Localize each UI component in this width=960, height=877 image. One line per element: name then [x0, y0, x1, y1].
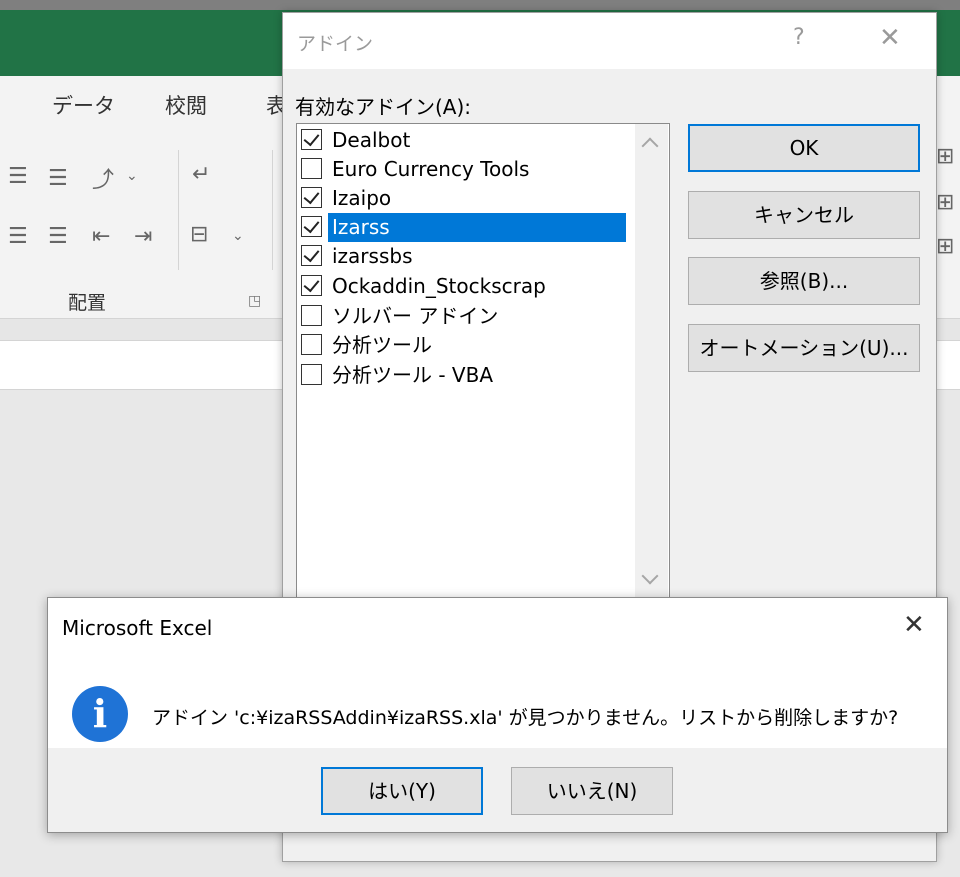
- close-icon[interactable]: ✕: [879, 23, 901, 53]
- addins-dialog-title: アドイン: [297, 33, 374, 55]
- checkbox[interactable]: [301, 334, 322, 355]
- checkmark-icon: [303, 187, 320, 205]
- browse-button[interactable]: 参照(B)...: [688, 257, 920, 305]
- list-item[interactable]: Dealbot: [299, 126, 633, 155]
- tab-review[interactable]: 校閲: [165, 90, 207, 120]
- checkbox[interactable]: [301, 305, 322, 326]
- group-label-alignment: 配置: [68, 292, 107, 314]
- chevron-down-icon[interactable]: [641, 567, 659, 585]
- list-item[interactable]: 分析ツール: [299, 331, 633, 360]
- chevron-down-icon[interactable]: ⌄: [232, 228, 244, 244]
- checkbox[interactable]: [301, 187, 322, 208]
- merge-center-icon[interactable]: ⊟: [190, 222, 208, 247]
- list-item-label: ソルバー アドイン: [332, 304, 499, 328]
- text-orientation-icon[interactable]: ⤴: [92, 162, 114, 194]
- table-icon[interactable]: ⊞: [936, 234, 954, 259]
- tab-data[interactable]: データ: [52, 90, 115, 120]
- indent-increase-icon[interactable]: ⇥: [134, 224, 152, 249]
- list-item-label: Euro Currency Tools: [332, 157, 530, 181]
- table-icon[interactable]: ⊞: [936, 190, 954, 215]
- close-icon[interactable]: ✕: [903, 610, 925, 640]
- list-item[interactable]: Izaipo: [299, 184, 633, 213]
- indent-decrease-icon[interactable]: ⇤: [92, 224, 110, 249]
- message-box-body: i アドイン 'c:¥izaRSSAddin¥izaRSS.xla' が見つかり…: [48, 656, 947, 748]
- addins-title-bar: アドイン ? ✕: [283, 13, 936, 69]
- yes-button[interactable]: はい(Y): [321, 767, 483, 815]
- checkbox[interactable]: [301, 158, 322, 179]
- window-top-strip: [0, 0, 960, 10]
- ribbon-separator: [178, 150, 179, 270]
- list-item-label: 分析ツール - VBA: [332, 363, 494, 387]
- checkbox[interactable]: [301, 275, 322, 296]
- checkmark-icon: [303, 275, 320, 293]
- list-item-label: Dealbot: [332, 128, 411, 152]
- wrap-text-icon[interactable]: ↵: [192, 162, 210, 187]
- table-icon[interactable]: ⊞: [936, 144, 954, 169]
- addins-listbox[interactable]: Dealbot Euro Currency Tools Izaipo Izars…: [296, 123, 670, 615]
- help-button[interactable]: ?: [793, 25, 805, 50]
- checkbox[interactable]: [301, 216, 322, 237]
- checkmark-icon: [303, 216, 320, 234]
- cancel-button[interactable]: キャンセル: [688, 191, 920, 239]
- checkbox[interactable]: [301, 245, 322, 266]
- align-center-icon[interactable]: ☰: [48, 166, 68, 191]
- list-item[interactable]: izarssbs: [299, 242, 633, 271]
- list-item-label: izarssbs: [332, 244, 413, 268]
- checkbox[interactable]: [301, 129, 322, 150]
- list-item-label: 分析ツール: [332, 333, 432, 357]
- ok-button[interactable]: OK: [688, 124, 920, 172]
- list-item[interactable]: ソルバー アドイン: [299, 302, 633, 331]
- checkbox[interactable]: [301, 364, 322, 385]
- ribbon-separator: [272, 150, 273, 270]
- available-addins-label: 有効なアドイン(A):: [295, 95, 472, 119]
- align-justify-icon[interactable]: ☰: [8, 224, 28, 249]
- automation-button[interactable]: オートメーション(U)...: [688, 324, 920, 372]
- info-icon: i: [72, 686, 128, 742]
- list-item[interactable]: 分析ツール - VBA: [299, 361, 633, 390]
- message-box-title-bar: Microsoft Excel ✕: [48, 598, 947, 656]
- message-box: Microsoft Excel ✕ i アドイン 'c:¥izaRSSAddin…: [47, 597, 948, 833]
- align-right-icon[interactable]: ☰: [48, 224, 68, 249]
- list-item[interactable]: Ockaddin_Stockscrap: [299, 272, 633, 301]
- no-button[interactable]: いいえ(N): [511, 767, 673, 815]
- message-box-title: Microsoft Excel: [62, 616, 213, 640]
- align-left-icon[interactable]: ☰: [8, 164, 28, 189]
- list-item[interactable]: Izarss: [299, 213, 633, 242]
- dialog-launcher-icon[interactable]: ◳: [248, 293, 261, 309]
- chevron-up-icon[interactable]: [641, 137, 659, 155]
- list-item-label: Izaipo: [332, 186, 392, 210]
- checkmark-icon: [303, 129, 320, 147]
- listbox-scrollbar[interactable]: [635, 124, 668, 614]
- message-text: アドイン 'c:¥izaRSSAddin¥izaRSS.xla' が見つかりませ…: [152, 707, 899, 729]
- checkmark-icon: [303, 245, 320, 263]
- list-item[interactable]: Euro Currency Tools: [299, 155, 633, 184]
- chevron-down-icon[interactable]: ⌄: [126, 168, 138, 184]
- list-item-label: Izarss: [328, 213, 626, 242]
- list-item-label: Ockaddin_Stockscrap: [332, 274, 546, 298]
